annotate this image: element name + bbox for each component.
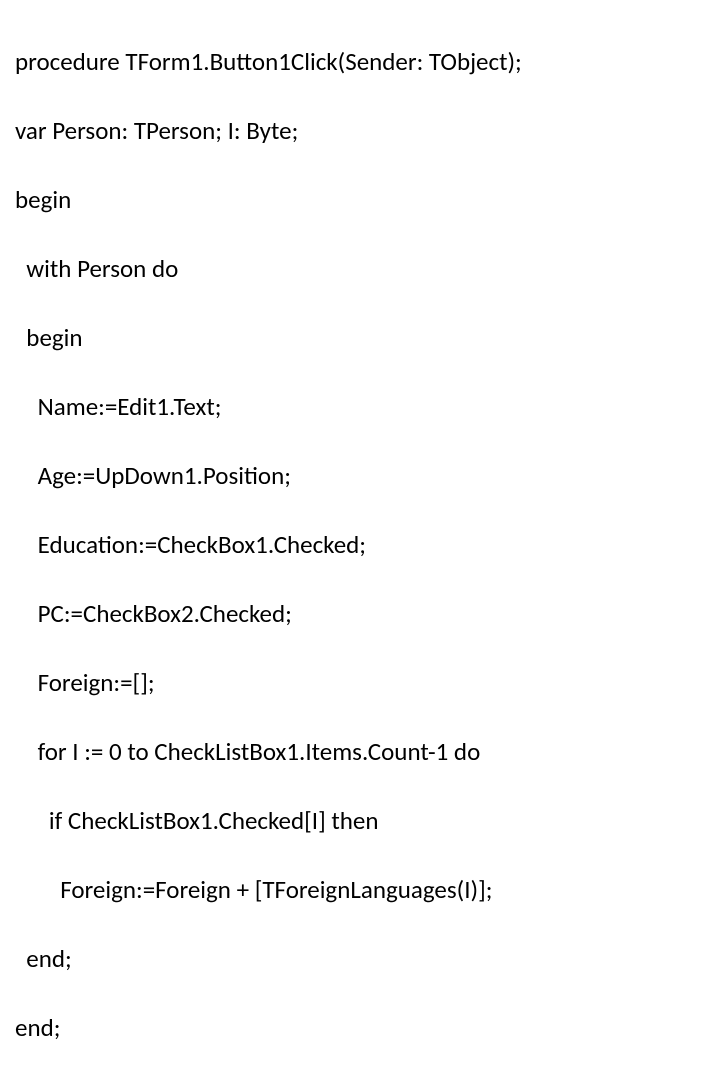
code-line: procedure TForm1.Button1Click(Sender: TO… [15, 45, 705, 80]
code-line: with Person do [15, 252, 705, 287]
code-line: begin [15, 321, 705, 356]
code-line: begin [15, 183, 705, 218]
code-line: if CheckListBox1.Checked[I] then [15, 804, 705, 839]
code-line: Age:=UpDown1.Position; [15, 459, 705, 494]
code-line: var Person: TPerson; I: Byte; [15, 114, 705, 149]
code-line: end; [15, 1011, 705, 1046]
code-line: PC:=CheckBox2.Checked; [15, 597, 705, 632]
code-line: Education:=CheckBox1.Checked; [15, 528, 705, 563]
code-line: end; [15, 942, 705, 977]
code-line: Name:=Edit1.Text; [15, 390, 705, 425]
code-line: for I := 0 to CheckListBox1.Items.Count-… [15, 735, 705, 770]
code-line: Foreign:=[]; [15, 666, 705, 701]
code-block: procedure TForm1.Button1Click(Sender: TO… [15, 10, 705, 1080]
code-line: Foreign:=Foreign + [TForeignLanguages(I)… [15, 873, 705, 908]
